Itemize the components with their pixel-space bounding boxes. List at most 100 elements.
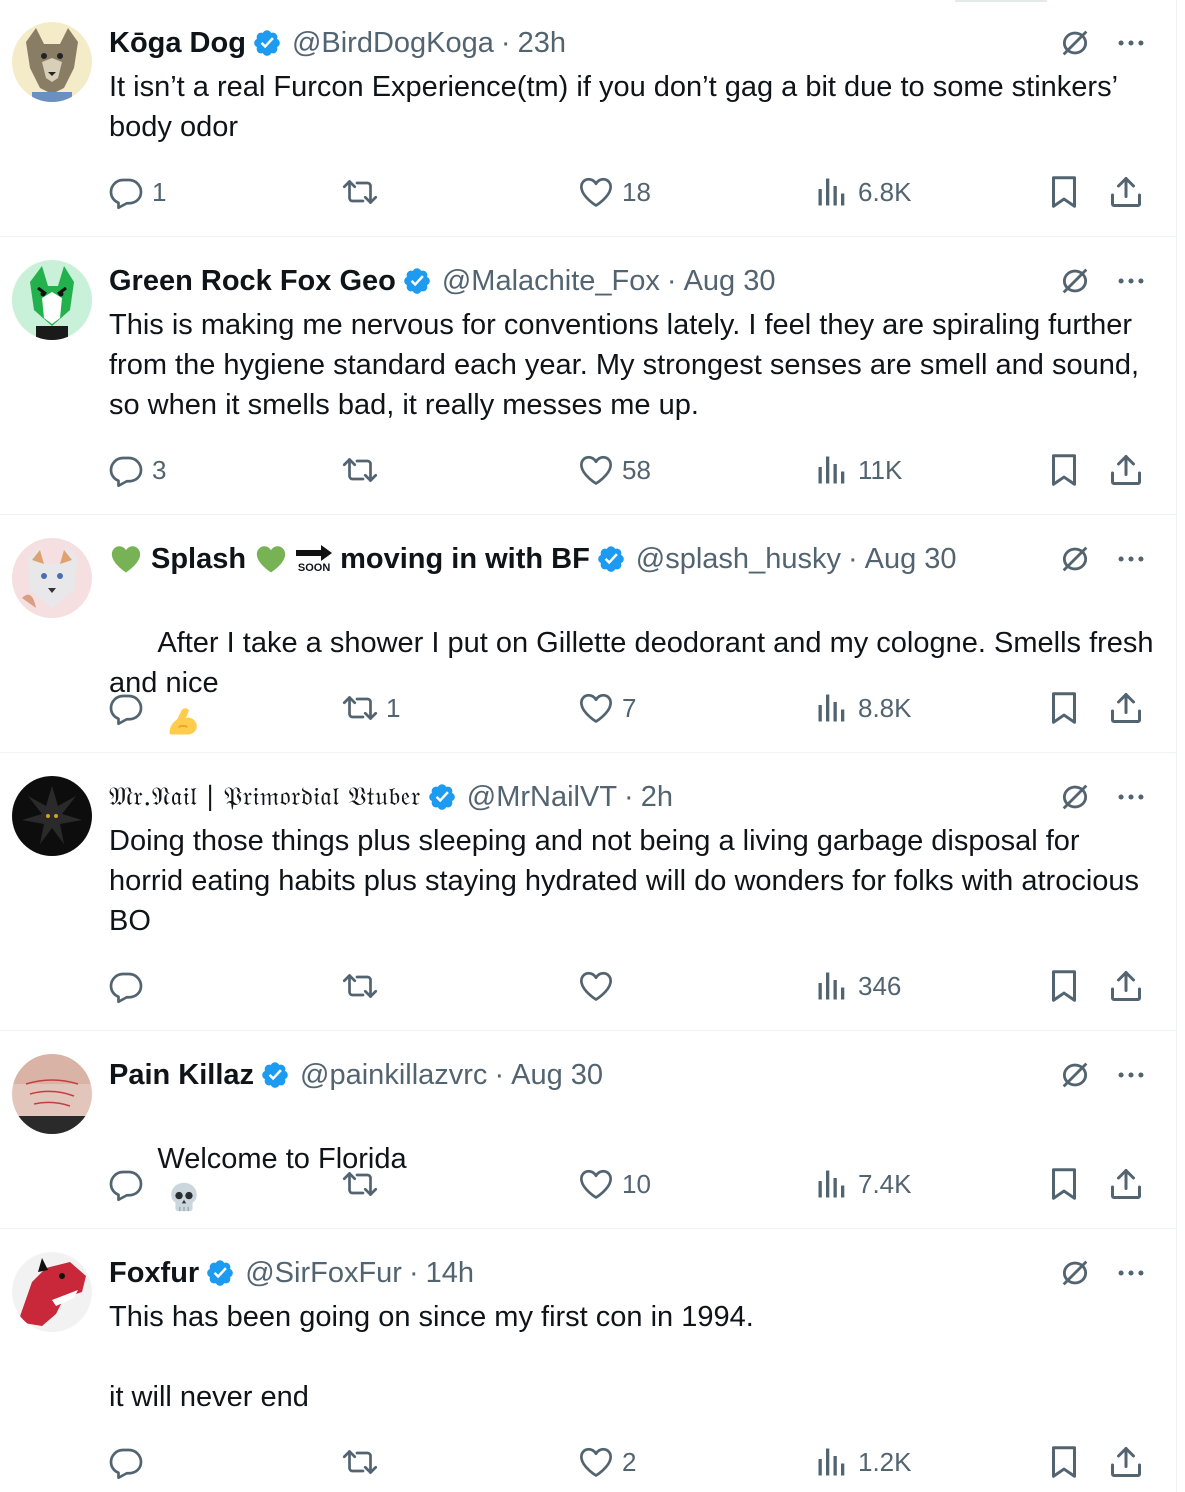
user-handle[interactable]: @Malachite_Fox	[442, 265, 660, 298]
share-button[interactable]	[1108, 688, 1144, 728]
bookmark-icon	[1046, 1166, 1082, 1202]
more-icon[interactable]	[1114, 264, 1148, 298]
views-button[interactable]: 11K	[814, 450, 902, 490]
tweet-card[interactable]: Pain Killaz @painkillazvrc · Aug 30 Welc…	[0, 1031, 1176, 1229]
like-button[interactable]: 7	[578, 688, 636, 728]
reply-button[interactable]: 3	[108, 450, 166, 490]
display-name[interactable]: Pain Killaz	[109, 1059, 254, 1092]
bookmark-button[interactable]	[1046, 172, 1082, 212]
views-button[interactable]: 1.2K	[814, 1442, 912, 1482]
separator-dot: ·	[500, 26, 511, 59]
views-button[interactable]: 7.4K	[814, 1164, 912, 1204]
bookmark-icon	[1046, 452, 1082, 488]
avatar[interactable]	[12, 260, 92, 340]
bookmark-button[interactable]	[1046, 688, 1082, 728]
avatar[interactable]	[12, 1252, 92, 1332]
tweet-card[interactable]: Splash SOON moving in with BF @splash_hu…	[0, 515, 1176, 753]
like-button[interactable]	[578, 966, 622, 1006]
grok-icon[interactable]	[1058, 1256, 1092, 1290]
reply-button[interactable]	[108, 1442, 152, 1482]
retweet-button[interactable]	[342, 1164, 386, 1204]
views-button[interactable]: 8.8K	[814, 688, 912, 728]
grok-icon[interactable]	[1058, 264, 1092, 298]
grok-icon[interactable]	[1058, 542, 1092, 576]
timestamp[interactable]: Aug 30	[511, 1059, 603, 1092]
reply-button[interactable]	[108, 688, 152, 728]
tweet-card[interactable]: Kōga Dog @BirdDogKoga · 23h It isn’t a r…	[0, 0, 1176, 237]
more-icon[interactable]	[1114, 542, 1148, 576]
retweet-button[interactable]	[342, 450, 386, 490]
retweet-button[interactable]	[342, 172, 386, 212]
grok-icon[interactable]	[1058, 780, 1092, 814]
more-icon[interactable]	[1114, 1058, 1148, 1092]
verified-badge-icon[interactable]	[596, 544, 626, 574]
like-count: 18	[622, 176, 651, 207]
like-button[interactable]: 18	[578, 172, 651, 212]
tweet-card[interactable]: Green Rock Fox Geo @Malachite_Fox · Aug …	[0, 237, 1176, 515]
like-icon	[578, 968, 614, 1004]
tweet-text: It isn’t a real Furcon Experience(tm) if…	[109, 71, 1126, 143]
timestamp[interactable]: Aug 30	[684, 265, 776, 298]
avatar[interactable]	[12, 1054, 92, 1134]
reply-button[interactable]	[108, 966, 152, 1006]
like-count: 7	[622, 692, 637, 723]
more-icon[interactable]	[1114, 1256, 1148, 1290]
avatar[interactable]	[12, 776, 92, 856]
display-name[interactable]: Foxfur	[109, 1257, 199, 1290]
more-icon[interactable]	[1114, 780, 1148, 814]
like-icon	[578, 1444, 614, 1480]
husky-avatar-icon	[12, 538, 92, 618]
user-handle[interactable]: @BirdDogKoga	[292, 27, 494, 60]
grok-icon[interactable]	[1058, 26, 1092, 60]
like-button[interactable]: 2	[578, 1442, 636, 1482]
bookmark-button[interactable]	[1046, 966, 1082, 1006]
retweet-button[interactable]: 1	[342, 688, 400, 728]
share-button[interactable]	[1108, 1164, 1144, 1204]
bookmark-icon	[1046, 174, 1082, 210]
verified-badge-icon[interactable]	[260, 1060, 290, 1090]
share-button[interactable]	[1108, 1442, 1144, 1482]
views-button[interactable]: 6.8K	[814, 172, 912, 212]
share-button[interactable]	[1108, 966, 1144, 1006]
reply-button[interactable]: 1	[108, 172, 166, 212]
reply-button[interactable]	[108, 1164, 152, 1204]
share-button[interactable]	[1108, 172, 1144, 212]
grok-icon[interactable]	[1058, 1058, 1092, 1092]
verified-badge-icon[interactable]	[252, 28, 282, 58]
tweet-top-icons	[1058, 539, 1148, 579]
verified-badge-icon[interactable]	[402, 266, 432, 296]
views-button[interactable]: 346	[814, 966, 901, 1006]
reply-icon	[108, 452, 144, 488]
display-name[interactable]: Green Rock Fox Geo	[109, 265, 396, 298]
verified-badge-icon[interactable]	[205, 1258, 235, 1288]
tweet-card[interactable]: 𝔐𝔯.𝔑𝔞𝔦𝔩 | 𝔓𝔯𝔦𝔪𝔬𝔯𝔡𝔦𝔞𝔩 𝔙𝔱𝔲𝔟𝔢𝔯 @MrNailVT · …	[0, 753, 1176, 1031]
avatar[interactable]	[12, 22, 92, 102]
bookmark-button[interactable]	[1046, 450, 1082, 490]
avatar[interactable]	[12, 538, 92, 618]
retweet-button[interactable]	[342, 1442, 386, 1482]
tweet-card[interactable]: Foxfur @SirFoxFur · 14h This has been go…	[0, 1229, 1176, 1492]
more-icon[interactable]	[1114, 26, 1148, 60]
user-handle[interactable]: @painkillazvrc	[300, 1059, 487, 1092]
share-button[interactable]	[1108, 450, 1144, 490]
timestamp[interactable]: Aug 30	[865, 543, 957, 576]
user-handle[interactable]: @splash_husky	[636, 543, 841, 576]
display-name[interactable]: 𝔐𝔯.𝔑𝔞𝔦𝔩 | 𝔓𝔯𝔦𝔪𝔬𝔯𝔡𝔦𝔞𝔩 𝔙𝔱𝔲𝔟𝔢𝔯	[109, 782, 421, 813]
timestamp[interactable]: 14h	[426, 1257, 474, 1290]
display-name-part[interactable]: Splash	[151, 543, 246, 576]
user-handle[interactable]: @MrNailVT	[467, 781, 617, 814]
bookmark-button[interactable]	[1046, 1164, 1082, 1204]
verified-badge-icon[interactable]	[427, 782, 457, 812]
timestamp[interactable]: 23h	[518, 27, 566, 60]
display-name[interactable]: Kōga Dog	[109, 27, 246, 60]
display-name-part[interactable]: moving in with BF	[340, 543, 590, 576]
separator-dot: ·	[847, 542, 858, 575]
like-button[interactable]: 10	[578, 1164, 651, 1204]
view-count: 346	[858, 970, 902, 1001]
retweet-button[interactable]	[342, 966, 386, 1006]
timestamp[interactable]: 2h	[641, 781, 673, 814]
like-button[interactable]: 58	[578, 450, 651, 490]
user-handle[interactable]: @SirFoxFur	[245, 1257, 402, 1290]
views-icon	[814, 690, 850, 726]
bookmark-button[interactable]	[1046, 1442, 1082, 1482]
